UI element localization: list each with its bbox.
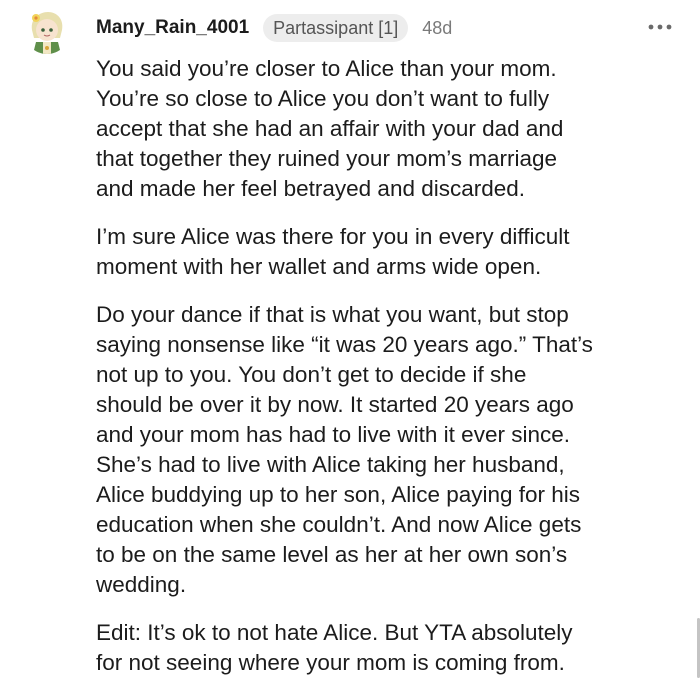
comment-paragraph: You said you’re closer to Alice than you…	[96, 56, 564, 201]
comment-header: Many_Rain_4001 Partassipant [1] 48d	[96, 12, 452, 44]
comment-paragraph: Do your dance if that is what you want, …	[96, 302, 593, 597]
comment-paragraph: I’m sure Alice was there for you in ever…	[96, 224, 570, 279]
comment-paragraph: Edit: It’s ok to not hate Alice. But YTA…	[96, 620, 573, 675]
user-flair-badge: Partassipant [1]	[263, 14, 409, 42]
username-link[interactable]: Many_Rain_4001	[96, 17, 249, 39]
comment-body: You said you’re closer to Alice than you…	[96, 54, 686, 696]
user-avatar-icon[interactable]	[24, 8, 70, 54]
more-horizontal-icon[interactable]	[640, 14, 680, 40]
comment: Many_Rain_4001 Partassipant [1] 48d You …	[0, 0, 700, 690]
comment-age: 48d	[422, 17, 453, 38]
